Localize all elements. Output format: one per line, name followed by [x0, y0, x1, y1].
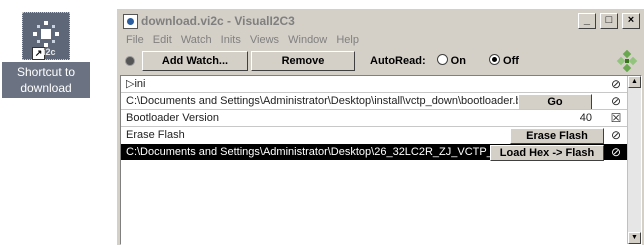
shortcut-label-line1: Shortcut to — [16, 65, 76, 79]
remove-button[interactable]: Remove — [251, 51, 355, 71]
tree-root-status-icon[interactable]: ⊘ — [609, 76, 623, 92]
minimize-button[interactable]: _ — [577, 13, 596, 29]
chip-icon — [33, 21, 59, 47]
autoread-on-radio[interactable] — [436, 54, 448, 65]
shortcut-icon-tag: i2c — [43, 47, 56, 57]
menu-file[interactable]: File — [126, 32, 144, 48]
no-entry-icon[interactable]: ⊘ — [609, 93, 623, 109]
autoread-off-radio[interactable] — [489, 54, 501, 65]
tree-root[interactable]: ▷ini ⊘ — [121, 76, 627, 92]
autoread-group: AutoRead: On Off — [370, 54, 519, 67]
desktop-shortcut[interactable]: ↗ i2c Shortcut to download — [0, 0, 104, 244]
scroll-up-icon[interactable]: ▲ — [628, 76, 641, 88]
menu-watch[interactable]: Watch — [181, 32, 212, 48]
maximize-button[interactable]: □ — [599, 13, 618, 29]
scroll-down-icon[interactable]: ▼ — [628, 232, 641, 244]
menu-help[interactable]: Help — [336, 32, 359, 48]
watch-row-hex-path[interactable]: C:\Documents and Settings\Administrator\… — [121, 144, 627, 161]
status-dot-icon — [125, 56, 135, 66]
app-icon[interactable] — [123, 14, 138, 29]
autoread-label: AutoRead: — [370, 55, 426, 67]
no-entry-icon[interactable]: ⊘ — [609, 127, 623, 143]
checkbox-x-icon[interactable]: ☒ — [609, 110, 623, 126]
erase-flash-button[interactable]: Erase Flash — [510, 128, 604, 144]
title-bar[interactable]: download.vi2c - VisualI2C3 _ □ × — [120, 12, 642, 30]
watch-row-text: Bootloader Version — [126, 112, 219, 124]
menu-inits[interactable]: Inits — [221, 32, 241, 48]
watch-row-value: 40 — [579, 112, 592, 124]
tree-root-label: ini — [134, 78, 146, 90]
shortcut-icon-tile[interactable]: ↗ i2c — [22, 12, 70, 60]
autoread-on-label[interactable]: On — [451, 55, 466, 67]
close-button[interactable]: × — [622, 13, 640, 29]
tree-root-node: ▷ini — [126, 76, 145, 92]
no-entry-icon[interactable]: ⊘ — [609, 144, 623, 160]
window-title: download.vi2c - VisualI2C3 — [141, 14, 295, 28]
load-hex-flash-button[interactable]: Load Hex -> Flash — [490, 145, 604, 161]
watch-row-erase-flash[interactable]: Erase Flash Erase Flash ⊘ — [121, 127, 627, 144]
diamond-logo-icon — [616, 50, 638, 72]
shortcut-label[interactable]: Shortcut to download — [2, 62, 90, 98]
window-controls: _ □ × — [577, 13, 640, 29]
vertical-scrollbar[interactable]: ▲ ▼ — [627, 76, 641, 244]
watch-row-bootloader-path[interactable]: C:\Documents and Settings\Administrator\… — [121, 93, 627, 110]
add-watch-button[interactable]: Add Watch... — [142, 51, 248, 71]
watch-list: ▷ini ⊘ C:\Documents and Settings\Adminis… — [120, 75, 642, 245]
menu-views[interactable]: Views — [250, 32, 279, 48]
autoread-off-label[interactable]: Off — [503, 55, 519, 67]
menu-edit[interactable]: Edit — [153, 32, 172, 48]
watch-row-bootloader-version[interactable]: Bootloader Version 40 ☒ — [121, 110, 627, 126]
shortcut-label-line2: download — [20, 81, 72, 95]
menu-bar: File Edit Watch Inits Views Window Help — [120, 32, 642, 48]
watch-row-text: Erase Flash — [126, 129, 185, 141]
watch-row-text: C:\Documents and Settings\Administrator\… — [126, 95, 531, 107]
toolbar: Add Watch... Remove AutoRead: On Off — [120, 50, 642, 72]
app-window: download.vi2c - VisualI2C3 _ □ × File Ed… — [116, 8, 644, 245]
watch-row-text: C:\Documents and Settings\Administrator\… — [126, 146, 522, 158]
menu-window[interactable]: Window — [288, 32, 327, 48]
go-button[interactable]: Go — [518, 94, 592, 110]
